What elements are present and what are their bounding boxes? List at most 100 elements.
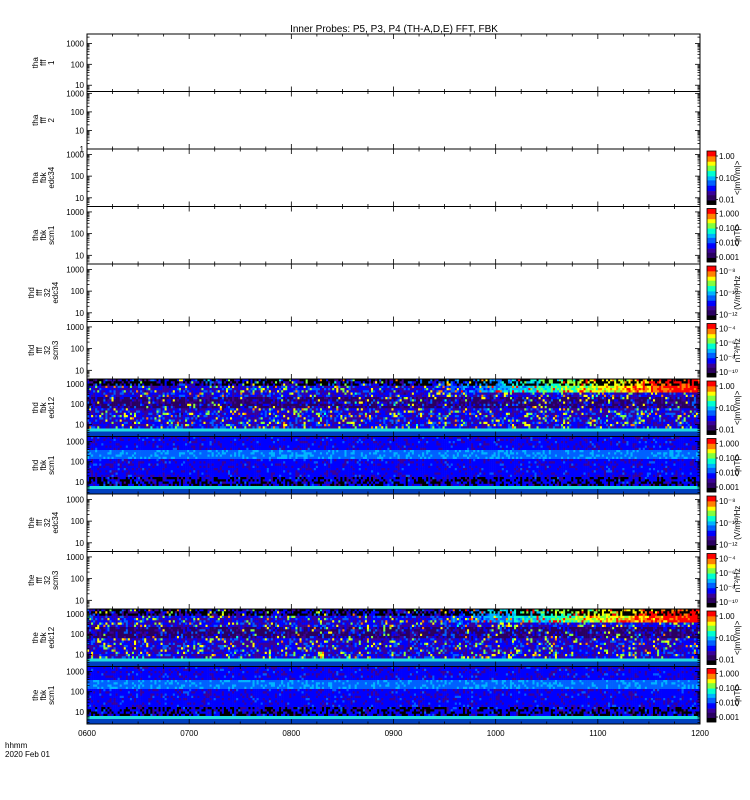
cell — [293, 424, 296, 427]
cell — [144, 383, 147, 387]
cell — [127, 381, 131, 384]
cell — [127, 392, 131, 396]
cell — [336, 397, 339, 400]
cell — [127, 388, 131, 391]
cell — [524, 426, 527, 429]
cell — [458, 415, 462, 418]
cell — [520, 403, 523, 407]
cell — [119, 381, 123, 384]
cell — [297, 419, 300, 423]
cell — [328, 397, 331, 400]
cell — [356, 397, 360, 400]
cell — [97, 392, 100, 396]
cell — [371, 419, 374, 423]
cell — [399, 394, 402, 398]
cell — [193, 401, 196, 405]
cell — [93, 406, 96, 409]
cell — [213, 392, 217, 396]
cell — [134, 383, 137, 387]
cell — [328, 421, 331, 425]
cell — [450, 424, 454, 427]
cell — [146, 390, 149, 393]
cell — [176, 412, 180, 416]
cell — [473, 410, 476, 414]
cell — [477, 417, 480, 420]
cell — [544, 403, 548, 407]
cell — [303, 424, 306, 427]
cell — [187, 403, 190, 407]
cell — [426, 399, 429, 402]
cell — [432, 426, 435, 429]
cell — [452, 385, 456, 389]
cell — [485, 401, 488, 405]
cell — [344, 410, 347, 414]
cell — [101, 421, 104, 425]
cell — [432, 397, 435, 400]
cell — [285, 419, 288, 423]
cell — [158, 381, 161, 384]
cell — [446, 408, 449, 411]
cell — [377, 392, 380, 396]
cell — [483, 399, 486, 402]
cell — [473, 421, 476, 425]
cell — [395, 381, 398, 384]
cell — [238, 417, 241, 420]
cell — [219, 417, 223, 420]
cell — [438, 392, 441, 396]
cell — [93, 385, 96, 389]
cell — [344, 421, 347, 425]
cell — [238, 381, 241, 384]
cell — [125, 394, 129, 398]
cell — [168, 406, 172, 409]
cell — [489, 415, 492, 418]
cell — [366, 426, 370, 429]
cell — [418, 412, 421, 416]
cell — [254, 385, 257, 389]
cell — [303, 426, 306, 429]
cell — [197, 424, 200, 427]
cell — [326, 383, 329, 387]
cell — [134, 394, 137, 398]
cell — [430, 399, 433, 402]
cell — [328, 403, 331, 407]
cell — [442, 417, 445, 420]
cell — [346, 412, 349, 416]
cell — [360, 383, 364, 387]
cell — [164, 390, 167, 393]
cell — [534, 381, 537, 384]
cell — [252, 397, 255, 400]
cell — [207, 408, 210, 411]
cell — [362, 417, 366, 420]
cell — [144, 408, 147, 411]
cell — [293, 403, 296, 407]
cell — [219, 419, 223, 423]
cell — [418, 390, 421, 393]
cell — [399, 406, 402, 409]
cell — [530, 392, 533, 396]
cell — [234, 381, 237, 384]
cell — [227, 394, 231, 398]
cell — [430, 392, 433, 396]
cell — [475, 408, 478, 411]
cell — [136, 408, 139, 411]
cell — [481, 419, 484, 423]
cell — [373, 412, 376, 416]
cell — [448, 426, 452, 429]
cell — [534, 408, 537, 411]
cell — [250, 417, 253, 420]
cell — [469, 410, 472, 414]
cell — [465, 421, 468, 425]
cell — [448, 424, 452, 427]
cell — [107, 403, 110, 407]
cell — [438, 424, 441, 427]
cell — [279, 410, 282, 414]
cell — [99, 383, 102, 387]
cell — [442, 385, 445, 389]
cell — [89, 401, 92, 405]
cell — [405, 403, 409, 407]
cell — [434, 410, 437, 414]
cell — [140, 392, 143, 396]
cell — [516, 390, 519, 393]
cell — [144, 392, 147, 396]
cell — [160, 421, 163, 425]
